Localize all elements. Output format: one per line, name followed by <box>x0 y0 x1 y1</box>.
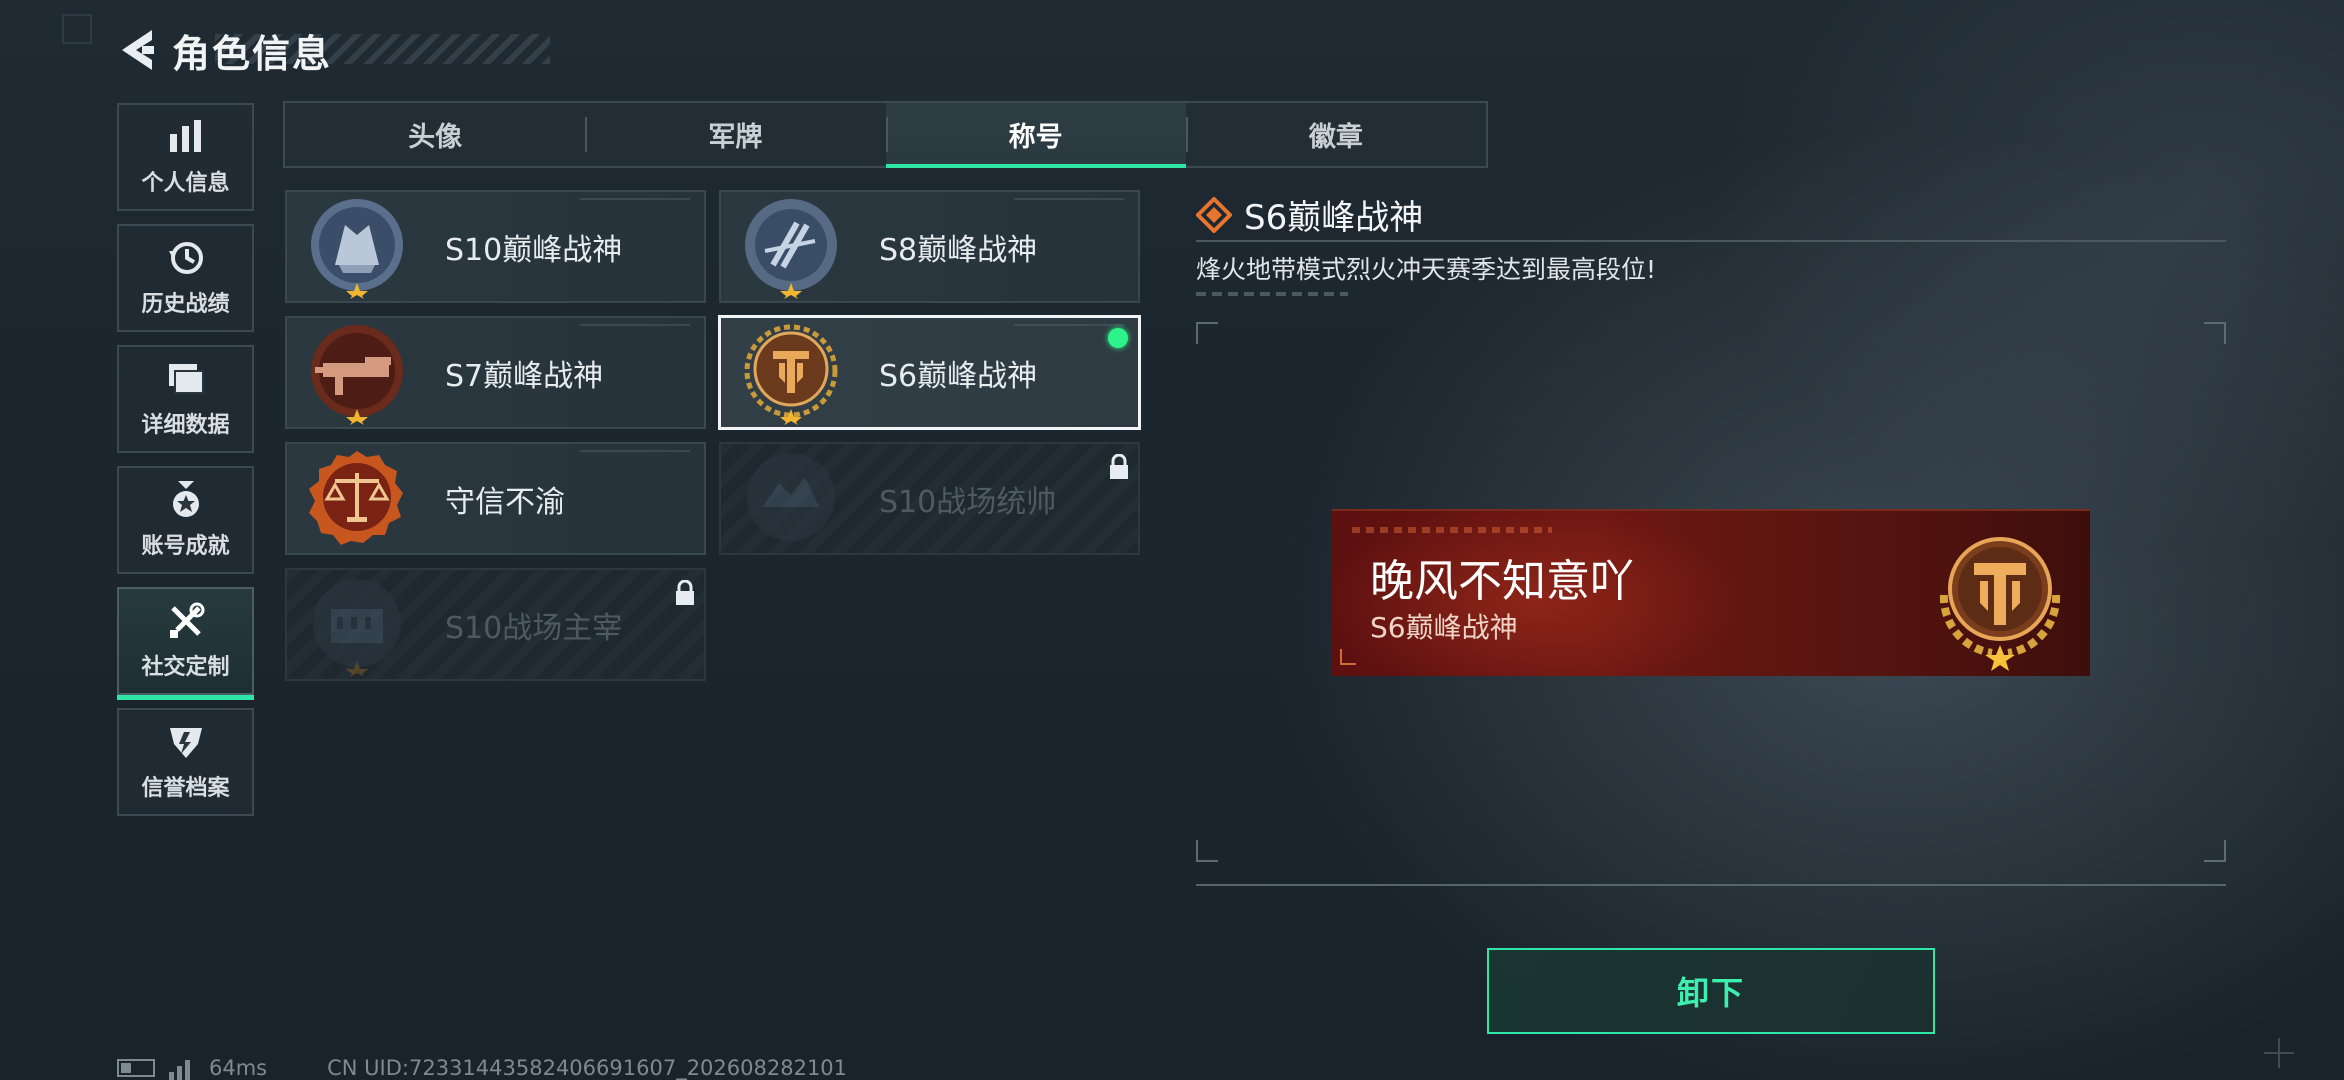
category-tabs: 头像 军牌 称号 徽章 <box>283 101 1488 168</box>
signal-icon <box>169 1056 199 1080</box>
card-decoration <box>580 198 690 200</box>
history-icon <box>166 238 206 278</box>
title-card-name: S8巅峰战神 <box>879 232 1038 268</box>
sidebar-item-label: 账号成就 <box>141 534 230 559</box>
credit-shield-icon <box>166 722 206 762</box>
s10-peak-medal-icon <box>311 198 403 299</box>
title-card-name: S6巅峰战神 <box>879 358 1038 394</box>
sidebar-item-label: 社交定制 <box>141 655 230 680</box>
sidebar-item-personal-info[interactable]: 个人信息 <box>117 103 254 211</box>
card-decoration <box>1014 198 1124 200</box>
corner-decoration <box>62 14 92 44</box>
detail-description: 烽火地带模式烈火冲天赛季达到最高段位! <box>1196 255 1657 284</box>
lock-icon <box>676 580 694 605</box>
tab-badge[interactable]: 徽章 <box>1185 103 1486 166</box>
unequip-button[interactable]: 卸下 <box>1487 948 1935 1034</box>
status-bar: 64ms CN UID:72331443582406691607_2026082… <box>117 1056 847 1080</box>
card-decoration <box>580 450 690 452</box>
sidebar-item-history[interactable]: 历史战绩 <box>117 224 254 332</box>
folder-icon <box>166 359 206 399</box>
scales-medal-icon <box>309 450 403 545</box>
nameplate-preview: 晚风不知意吖 S6巅峰战神 <box>1332 509 2090 676</box>
frame-corner <box>1196 322 1218 344</box>
s6-peak-medal-icon <box>744 324 838 425</box>
back-arrow-icon[interactable] <box>118 28 158 72</box>
frame-corner <box>1196 840 1218 862</box>
page-title: 角色信息 <box>172 31 333 76</box>
bar-chart-icon <box>166 117 206 157</box>
s8-peak-medal-icon <box>745 198 837 299</box>
detail-divider <box>1196 240 2226 242</box>
title-card-s8-peak[interactable]: S8巅峰战神 <box>719 190 1140 303</box>
title-card-name: S10战场主宰 <box>445 610 623 646</box>
detail-header: S6巅峰战神 <box>1196 190 1423 239</box>
s10-dominator-medal-icon <box>313 578 401 677</box>
title-card-name: S10战场统帅 <box>879 484 1057 520</box>
nameplate-player-name: 晚风不知意吖 <box>1370 556 1634 607</box>
title-card-s6-peak[interactable]: S6巅峰战神 <box>718 315 1141 430</box>
title-card-name: S10巅峰战神 <box>445 232 623 268</box>
s6-peak-medal-icon <box>1939 537 2061 671</box>
title-diamond-icon <box>1196 196 1232 233</box>
title-card-s10-dominator[interactable]: S10战场主宰 <box>285 568 706 681</box>
sidebar-item-credit-record[interactable]: 信誉档案 <box>117 708 254 816</box>
s7-peak-medal-icon <box>311 324 403 425</box>
title-card-s10-peak[interactable]: S10巅峰战神 <box>285 190 706 303</box>
title-card-s10-commander[interactable]: S10战场统帅 <box>719 442 1140 555</box>
equipped-indicator-dot <box>1108 328 1128 348</box>
title-card-keep-promise[interactable]: 守信不渝 <box>285 442 706 555</box>
nameplate-corner <box>1340 649 1356 665</box>
panel-bottom-divider <box>1196 884 2226 886</box>
card-decoration <box>1014 324 1124 326</box>
battery-icon <box>117 1059 155 1077</box>
card-decoration <box>580 324 690 326</box>
title-card-s7-peak[interactable]: S7巅峰战神 <box>285 316 706 429</box>
player-uid: CN UID:72331443582406691607_202608282101 <box>327 1056 848 1080</box>
page-header: 角色信息 <box>118 22 332 78</box>
frame-corner <box>2204 322 2226 344</box>
corner-plus-decoration <box>2264 1038 2294 1068</box>
sidebar-item-label: 历史战绩 <box>141 292 230 317</box>
nameplate-decoration <box>1352 527 1552 533</box>
sidebar-item-label: 信誉档案 <box>141 776 230 801</box>
detail-title: S6巅峰战神 <box>1244 198 1424 238</box>
frame-corner <box>2204 840 2226 862</box>
sidebar: 个人信息 历史战绩 详细数据 账号成就 社交定制 信誉档案 <box>117 103 254 829</box>
tab-dog-tag[interactable]: 军牌 <box>585 103 885 166</box>
tab-title[interactable]: 称号 <box>885 103 1187 168</box>
title-card-name: 守信不渝 <box>445 484 565 520</box>
s10-commander-medal-icon <box>747 452 835 541</box>
sidebar-item-social-custom[interactable]: 社交定制 <box>117 587 254 700</box>
lock-icon <box>1110 454 1128 479</box>
detail-decoration <box>1196 292 1348 296</box>
tab-avatar[interactable]: 头像 <box>285 103 585 166</box>
ping-value: 64ms <box>209 1056 268 1080</box>
sidebar-item-label: 详细数据 <box>141 413 230 438</box>
tools-icon <box>166 601 206 641</box>
sidebar-item-label: 个人信息 <box>141 171 230 196</box>
title-card-name: S7巅峰战神 <box>445 358 604 394</box>
sidebar-item-achievements[interactable]: 账号成就 <box>117 466 254 574</box>
sidebar-item-detailed-data[interactable]: 详细数据 <box>117 345 254 453</box>
medal-icon <box>166 480 206 520</box>
nameplate-title: S6巅峰战神 <box>1370 611 1518 644</box>
